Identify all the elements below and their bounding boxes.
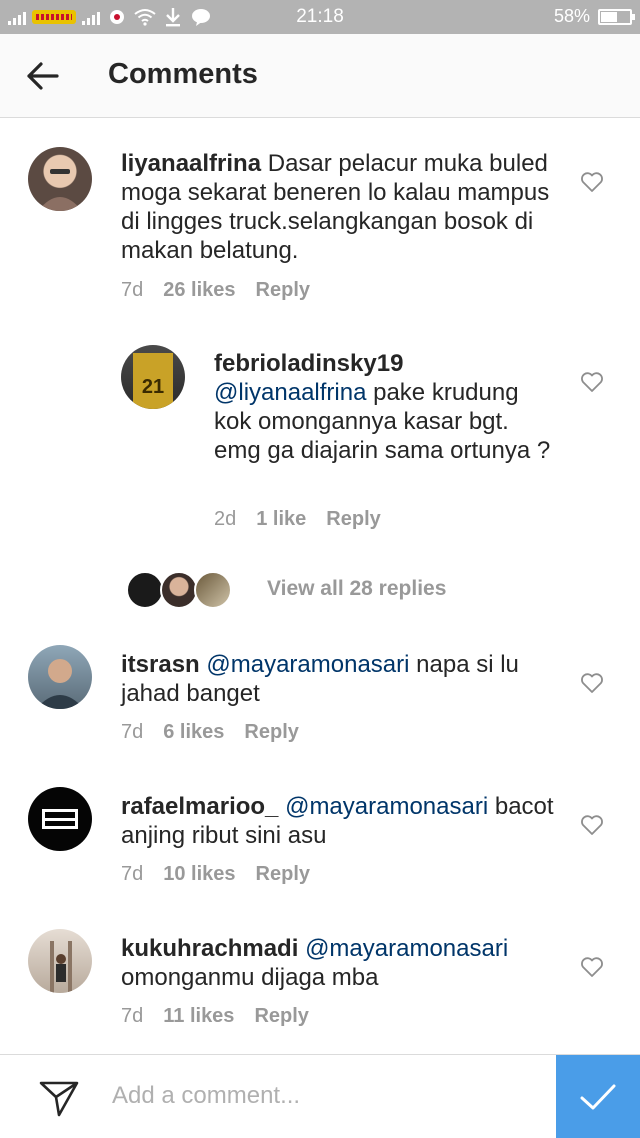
avatar[interactable]: 21	[121, 345, 185, 409]
avatar[interactable]	[28, 645, 92, 709]
reply-avatar-stack	[126, 571, 236, 611]
battery-icon	[598, 8, 635, 25]
view-replies-row[interactable]: View all 28 replies	[0, 565, 640, 615]
avatar-photo-icon	[36, 659, 84, 709]
comment-username[interactable]: kukuhrachmadi	[121, 935, 298, 962]
reply-button[interactable]: Reply	[244, 721, 298, 744]
avatar-photo-icon	[50, 941, 72, 993]
status-time: 21:18	[296, 6, 344, 27]
reply-button[interactable]: Reply	[326, 508, 380, 531]
heart-icon[interactable]	[580, 171, 604, 193]
avatar-photo-icon: 21	[133, 353, 173, 409]
comment-mention[interactable]: @mayaramonasari	[285, 793, 488, 820]
comment-age: 2d	[214, 508, 237, 530]
reply-button[interactable]: Reply	[256, 279, 310, 302]
comment-age: 7d	[121, 1005, 144, 1027]
svg-text:21: 21	[142, 376, 164, 398]
mini-avatar	[160, 571, 198, 609]
battery-fill	[601, 11, 618, 22]
comment-meta: 7d 6 likes Reply	[121, 721, 299, 744]
comment-likes[interactable]: 1 like	[256, 508, 306, 531]
heart-icon[interactable]	[580, 672, 604, 694]
comment-body: omonganmu dijaga mba	[121, 964, 379, 991]
heart-icon[interactable]	[580, 371, 604, 393]
comment-likes[interactable]: 26 likes	[163, 279, 235, 302]
mini-avatar	[126, 571, 164, 609]
avatar[interactable]	[28, 787, 92, 851]
avatar[interactable]	[28, 147, 92, 211]
comment-mention[interactable]: @mayaramonasari	[206, 651, 409, 678]
comment-age: 7d	[121, 279, 144, 301]
heart-icon[interactable]	[580, 956, 604, 978]
comment-username[interactable]: febrioladinsky19	[214, 349, 559, 378]
comment-age: 7d	[121, 721, 144, 743]
comment-text: itsrasn @mayaramonasari napa si lu jahad…	[121, 650, 561, 708]
comment-composer	[0, 1054, 640, 1138]
status-bar: 21:18 58%	[0, 0, 640, 34]
mini-avatar	[194, 571, 232, 609]
comment-username[interactable]: rafaelmarioo_	[121, 793, 278, 820]
avatar[interactable]	[28, 929, 92, 993]
paper-plane-icon[interactable]	[38, 1077, 80, 1119]
post-comment-button[interactable]	[556, 1055, 640, 1138]
comment-text: liyanaalfrina Dasar pelacur muka buled m…	[121, 149, 561, 265]
status-right: 58%	[553, 6, 635, 27]
back-button[interactable]	[22, 56, 62, 96]
comment-username[interactable]: itsrasn	[121, 651, 200, 678]
header-bar: Comments	[0, 34, 640, 118]
comment-input[interactable]	[112, 1073, 542, 1119]
comment-meta: 7d 11 likes Reply	[121, 1005, 309, 1028]
comment-meta: 7d 26 likes Reply	[121, 279, 310, 302]
comment-likes[interactable]: 10 likes	[163, 863, 235, 886]
comment-mention[interactable]: @liyanaalfrina	[214, 379, 366, 406]
view-replies-link[interactable]: View all 28 replies	[267, 577, 446, 601]
battery-percent: 58%	[553, 6, 590, 26]
comment-likes[interactable]: 6 likes	[163, 721, 224, 744]
back-arrow-icon	[27, 62, 59, 90]
avatar-photo-icon	[42, 809, 78, 829]
comment-text: rafaelmarioo_ @mayaramonasari bacot anji…	[121, 792, 561, 850]
comment-text: kukuhrachmadi @mayaramonasari omonganmu …	[121, 934, 561, 992]
reply-button[interactable]: Reply	[256, 863, 310, 886]
avatar-photo-icon	[38, 169, 82, 211]
comment-likes[interactable]: 11 likes	[163, 1005, 234, 1028]
page-title: Comments	[108, 58, 258, 90]
reply-button[interactable]: Reply	[254, 1005, 308, 1028]
comment-mention[interactable]: @mayaramonasari	[305, 935, 508, 962]
checkmark-icon	[580, 1084, 616, 1110]
heart-icon[interactable]	[580, 814, 604, 836]
comment-meta: 2d 1 like Reply	[214, 508, 381, 531]
comment-username[interactable]: liyanaalfrina	[121, 150, 261, 177]
comment-text: febrioladinsky19 @liyanaalfrina pake kru…	[214, 349, 559, 465]
comments-list[interactable]: liyanaalfrina Dasar pelacur muka buled m…	[0, 119, 640, 1054]
comment-meta: 7d 10 likes Reply	[121, 863, 310, 886]
comment-age: 7d	[121, 863, 144, 885]
